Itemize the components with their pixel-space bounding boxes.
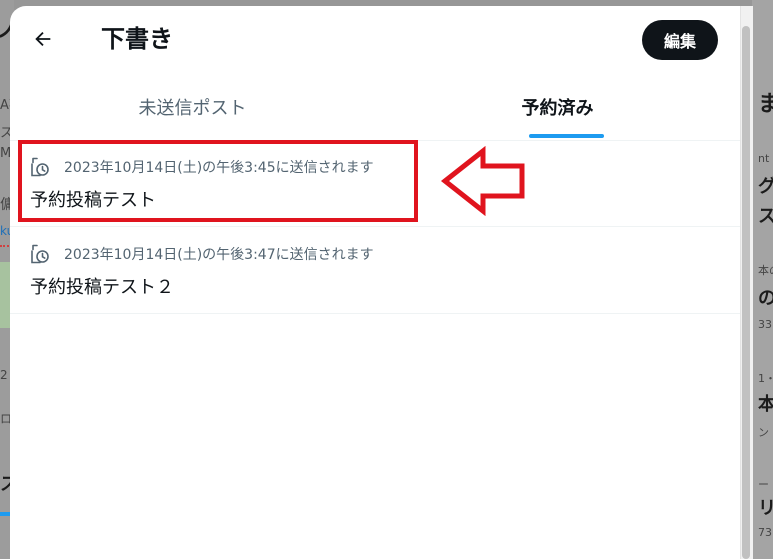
arrow-left-icon (35, 31, 51, 47)
background-blue-underline (0, 512, 10, 516)
post-body: 予約投稿テスト２ (30, 277, 174, 298)
tab-unsent-posts[interactable]: 未送信ポスト (10, 74, 375, 140)
modal-header: 下書き 編集 (10, 6, 740, 74)
bg-fragment: ー (758, 478, 769, 491)
scheduled-clock-icon (31, 244, 49, 264)
bg-fragment: ン (758, 426, 769, 439)
scrollbar-thumb[interactable] (742, 26, 750, 559)
bg-fragment: リ (758, 498, 773, 519)
bg-fragment: 本 (758, 394, 773, 415)
schedule-meta: 2023年10月14日(土)の午後3:47に送信されます (30, 243, 374, 265)
drafts-modal: 下書き 編集 未送信ポスト 予約済み 2023年10月14日(土)の午後3:45… (10, 6, 740, 559)
bg-fragment: の (758, 288, 773, 309)
edit-button[interactable]: 編集 (642, 20, 718, 60)
annotation-highlight-box (18, 140, 418, 222)
bg-fragment: nt (758, 152, 770, 165)
bg-fragment: グ (758, 176, 773, 197)
active-tab-indicator (529, 134, 604, 138)
bg-fragment: 73 (758, 526, 772, 539)
background-right-strip: ま nt グ ス 本の の 33 1・ 本 ン ー リ 73 (752, 0, 773, 559)
back-button[interactable] (26, 22, 60, 56)
page-title: 下書き (101, 25, 173, 53)
bg-fragment: ま (758, 92, 773, 117)
schedule-text: 2023年10月14日(土)の午後3:47に送信されます (64, 247, 374, 263)
scheduled-post-item[interactable]: 2023年10月14日(土)の午後3:47に送信されます 予約投稿テスト２ (10, 227, 740, 314)
bg-fragment: 1・ (758, 372, 773, 385)
bg-fragment: 本の (758, 264, 773, 277)
bg-fragment: ス (758, 206, 773, 227)
arrow-left-outline-icon (440, 146, 525, 216)
tab-scheduled[interactable]: 予約済み (375, 74, 740, 140)
bg-fragment: 33 (758, 318, 772, 331)
bg-fragment: 2 (0, 368, 8, 382)
tab-bar: 未送信ポスト 予約済み (10, 74, 740, 141)
